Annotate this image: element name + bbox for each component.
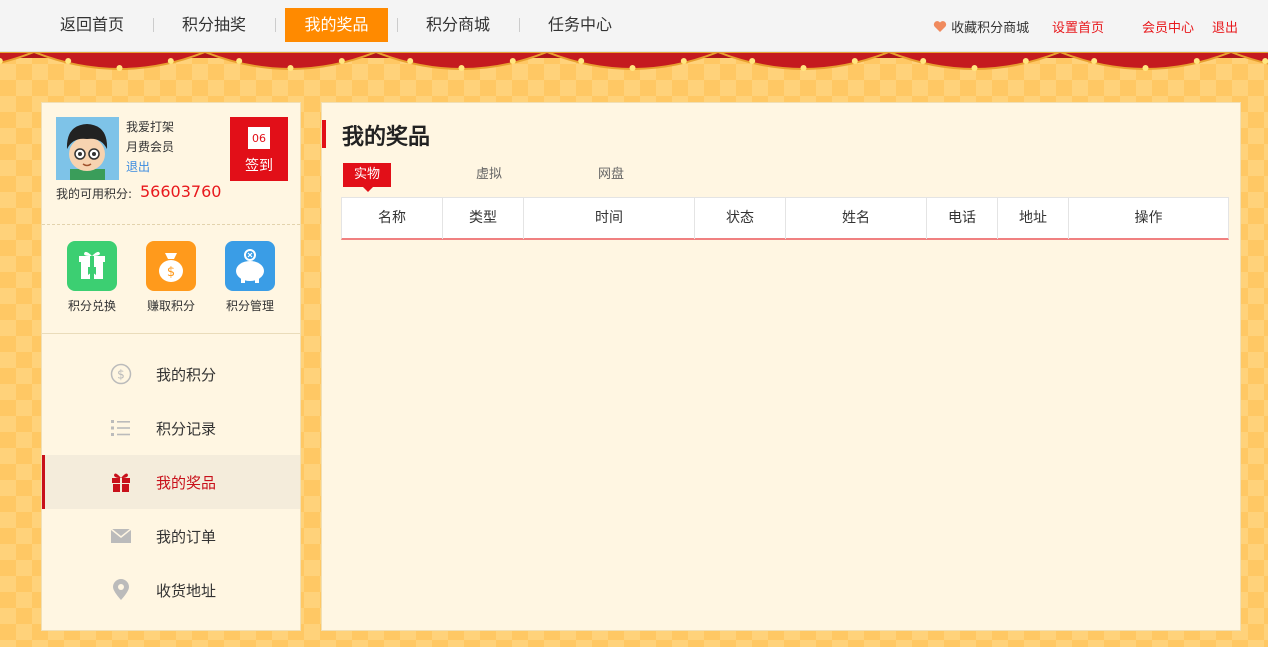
- money-bag-icon: $: [146, 241, 196, 291]
- svg-text:$: $: [117, 368, 125, 382]
- location-pin-icon: [113, 579, 129, 600]
- main-panel: 我的奖品 实物 虚拟 网盘 名称 类型 时间 状态 姓名 电话 地址 操作: [321, 102, 1241, 631]
- column-header-status: 状态: [695, 198, 786, 239]
- favorite-link[interactable]: 收藏积分商城: [933, 17, 1029, 36]
- user-name: 我爱打架: [126, 120, 175, 134]
- menu-item-my-points[interactable]: $ 我的积分: [42, 347, 300, 401]
- title-accent-bar: [322, 120, 326, 148]
- svg-text:$: $: [167, 265, 175, 280]
- quick-action-redeem[interactable]: 积分兑换: [62, 241, 122, 314]
- points-label: 我的可用积分:: [56, 187, 133, 201]
- nav-separator: [519, 18, 520, 32]
- quick-action-label: 积分兑换: [67, 299, 116, 313]
- tab-physical[interactable]: 实物: [343, 163, 391, 192]
- envelope-icon: [110, 528, 132, 543]
- quick-action-earn[interactable]: $ 赚取积分: [141, 241, 201, 314]
- menu-item-my-orders[interactable]: 我的订单: [42, 509, 300, 563]
- favorite-label: 收藏积分商城: [951, 21, 1030, 36]
- nav-separator: [153, 18, 154, 32]
- nav-item-lottery[interactable]: 积分抽奖: [168, 8, 260, 42]
- menu-item-my-prizes[interactable]: 我的奖品: [42, 455, 300, 509]
- dollar-circle-icon: $: [110, 363, 132, 385]
- nav-item-home[interactable]: 返回首页: [46, 8, 138, 42]
- points-value: 56603760: [140, 182, 222, 201]
- member-center-link[interactable]: 会员中心: [1142, 17, 1194, 36]
- column-header-address: 地址: [998, 198, 1069, 239]
- user-logout-link[interactable]: 退出: [126, 158, 150, 175]
- column-header-phone: 电话: [927, 198, 998, 239]
- heart-icon: [933, 21, 947, 32]
- quick-action-manage[interactable]: 积分管理: [220, 241, 280, 314]
- nav-separator: [397, 18, 398, 32]
- checkin-button[interactable]: 06 签到: [230, 117, 288, 181]
- page-title: 我的奖品: [342, 125, 431, 150]
- quick-action-label: 赚取积分: [146, 299, 195, 313]
- column-header-actions: 操作: [1134, 210, 1163, 226]
- gift-box-icon: [67, 241, 117, 291]
- column-header-recipient: 姓名: [786, 198, 927, 239]
- tab-virtual[interactable]: 虚拟: [465, 163, 513, 187]
- avatar-boy-icon: [56, 117, 119, 180]
- avatar[interactable]: [56, 117, 119, 180]
- list-icon: [111, 420, 130, 436]
- top-logout-link[interactable]: 退出: [1212, 17, 1238, 36]
- gift-icon: [112, 473, 130, 492]
- divider: [42, 224, 300, 225]
- menu-item-label: 积分记录: [156, 420, 217, 438]
- menu-item-points-history[interactable]: 积分记录: [42, 401, 300, 455]
- menu-item-label: 我的积分: [156, 366, 217, 384]
- nav-item-my-prizes[interactable]: 我的奖品: [285, 8, 388, 42]
- prize-table-header: 名称 类型 时间 状态 姓名 电话 地址 操作: [341, 197, 1229, 240]
- sidebar: 我爱打架 月费会员 退出 我的可用积分: 56603760 06 签到 积分兑换…: [41, 102, 301, 631]
- menu-item-label: 收货地址: [156, 582, 217, 600]
- column-header-time: 时间: [524, 198, 695, 239]
- top-navigation-bar: 返回首页 积分抽奖 我的奖品 积分商城 任务中心 收藏积分商城 设置首页 会员中…: [0, 0, 1268, 52]
- checkin-label: 签到: [245, 158, 273, 174]
- column-header-name: 名称: [342, 198, 443, 239]
- curtain-decoration: [0, 52, 1268, 71]
- nav-item-mall[interactable]: 积分商城: [412, 8, 504, 42]
- menu-item-label: 我的订单: [156, 528, 217, 546]
- set-home-link[interactable]: 设置首页: [1052, 17, 1104, 36]
- piggy-bank-icon: [225, 241, 275, 291]
- calendar-day: 06: [252, 132, 266, 145]
- nav-separator: [275, 18, 276, 32]
- quick-action-label: 积分管理: [225, 299, 274, 313]
- menu-item-shipping-address[interactable]: 收货地址: [42, 563, 300, 617]
- menu-item-label: 我的奖品: [156, 474, 217, 492]
- column-header-type: 类型: [443, 198, 524, 239]
- divider: [42, 333, 300, 334]
- user-level: 月费会员: [126, 140, 175, 154]
- tab-cloud-drive[interactable]: 网盘: [587, 163, 635, 187]
- nav-item-tasks[interactable]: 任务中心: [534, 8, 626, 42]
